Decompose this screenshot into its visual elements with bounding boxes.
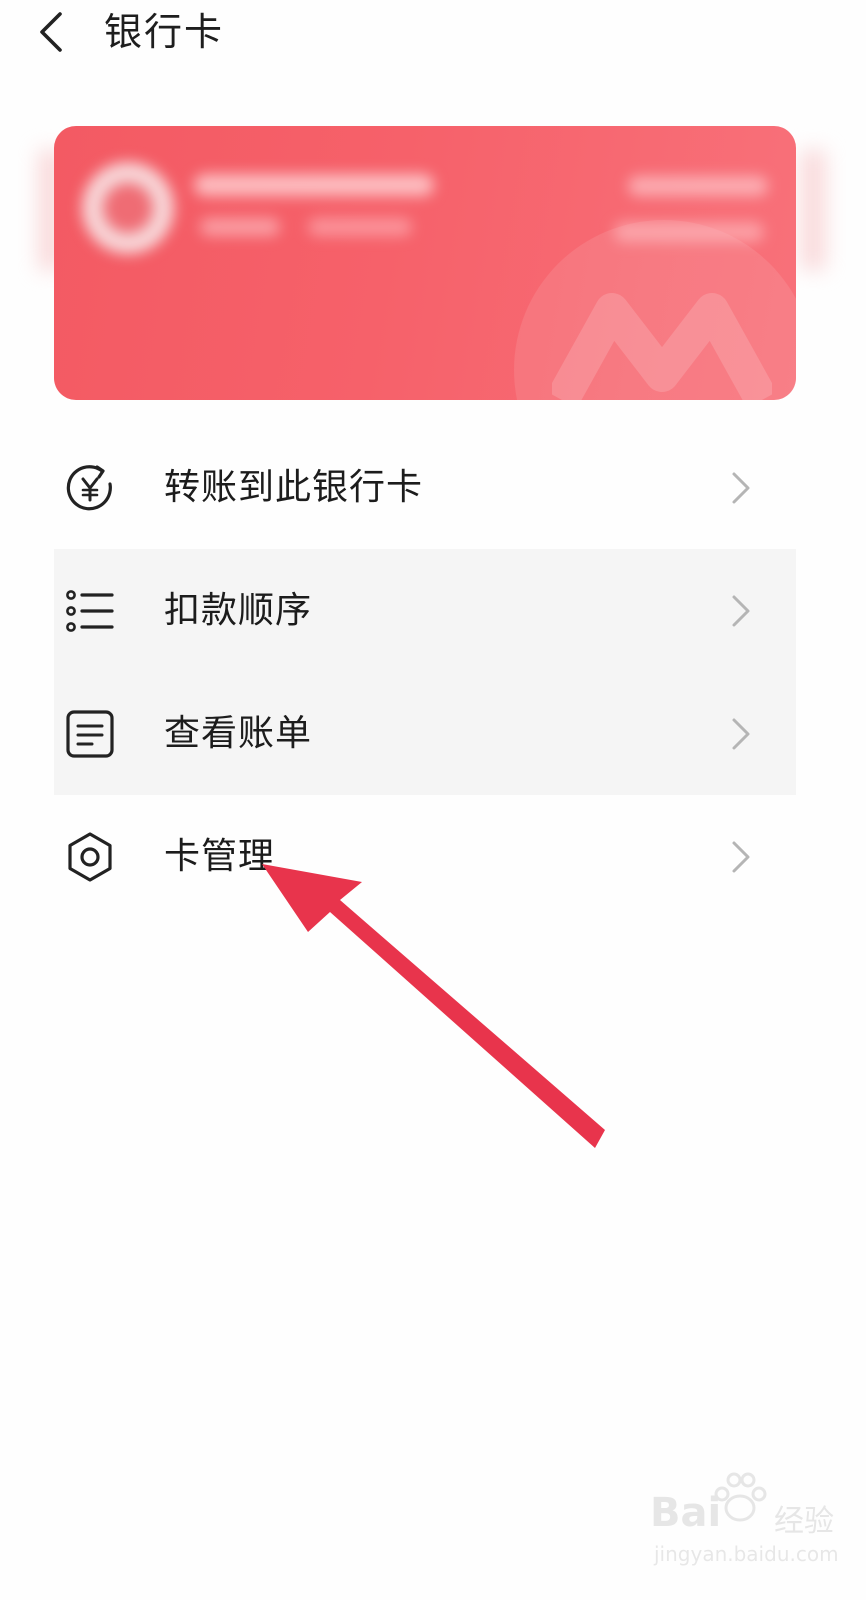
menu-item-label: 查看账单 [164, 712, 313, 754]
bank-logo [82, 162, 174, 254]
bank-name-blurred [194, 174, 434, 196]
menu-item-card-management[interactable]: 卡管理 [54, 795, 796, 918]
chevron-right-icon [728, 714, 754, 754]
header: 银行卡 [0, 0, 866, 64]
chevron-left-icon [40, 12, 62, 52]
card-number-blurred [614, 222, 764, 242]
page-title: 银行卡 [104, 10, 225, 54]
card-type-blurred [200, 218, 280, 236]
document-icon [64, 708, 116, 760]
card-actions-menu: 转账到此银行卡 扣款顺序 查看账单 卡管理 [54, 426, 796, 918]
paw-icon [714, 1472, 767, 1522]
back-button[interactable] [30, 4, 78, 60]
chevron-right-icon [728, 837, 754, 877]
menu-item-view-bills[interactable]: 查看账单 [54, 672, 796, 795]
site-watermark: Bai 经验 jingyan.baidu.com [650, 1470, 850, 1580]
chevron-right-icon [728, 591, 754, 631]
watermark-suffix: 经验 [774, 1504, 834, 1539]
menu-item-label: 转账到此银行卡 [164, 466, 424, 508]
card-blurred-details [54, 126, 796, 400]
card-type-blurred [308, 218, 412, 236]
menu-item-label: 卡管理 [164, 835, 276, 877]
chevron-right-icon [728, 468, 754, 508]
card-number-blurred [628, 176, 768, 196]
bank-card[interactable] [54, 126, 796, 400]
menu-item-label: 扣款顺序 [164, 589, 313, 631]
card-edge-shadow [800, 150, 826, 270]
list-icon [64, 585, 116, 637]
gear-icon [64, 831, 116, 883]
watermark-url: jingyan.baidu.com [654, 1542, 839, 1566]
menu-item-transfer[interactable]: 转账到此银行卡 [54, 426, 796, 549]
yuan-transfer-icon [64, 462, 116, 514]
menu-item-deduction-order[interactable]: 扣款顺序 [54, 549, 796, 672]
